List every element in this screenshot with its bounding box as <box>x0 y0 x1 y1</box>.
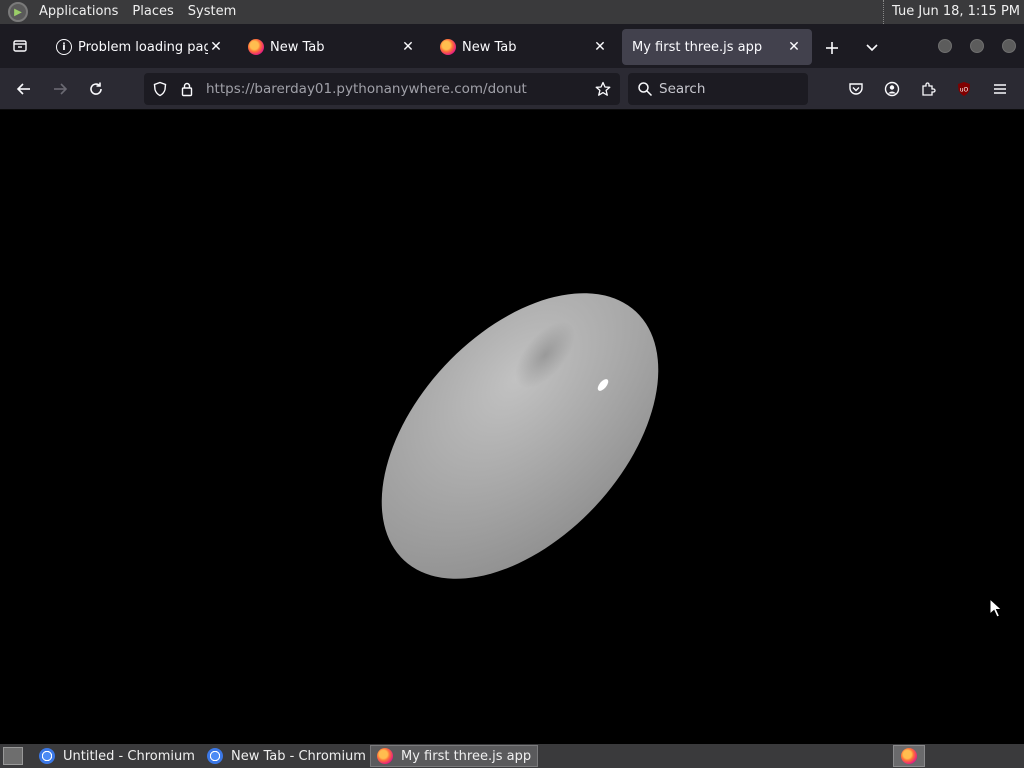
tab-three-js-app[interactable]: My first three.js app ✕ <box>622 29 812 65</box>
panel-clock[interactable]: Tue Jun 18, 1:15 PM <box>883 0 1020 24</box>
reload-button[interactable] <box>84 77 108 101</box>
new-tab-button[interactable] <box>820 36 844 60</box>
account-icon <box>884 81 900 97</box>
taskbar: Untitled - Chromium New Tab - Chromium M… <box>0 744 1024 768</box>
tab-problem-loading[interactable]: i Problem loading page ✕ <box>46 29 234 65</box>
puzzle-icon <box>922 82 936 96</box>
firefox-view-icon <box>13 40 27 52</box>
show-desktop-button[interactable] <box>3 747 23 765</box>
search-bar[interactable]: Search <box>628 73 808 105</box>
info-icon: i <box>56 39 72 55</box>
app-menu-button[interactable] <box>988 77 1012 101</box>
ublock-button[interactable]: uO <box>952 77 976 101</box>
search-input[interactable]: Search <box>659 73 705 105</box>
navigation-toolbar: https://barerday01.pythonanywhere.com/do… <box>0 68 1024 110</box>
tab-title: My first three.js app <box>632 39 763 55</box>
tab-title: New Tab <box>270 39 325 55</box>
tray-firefox-button[interactable] <box>893 745 925 767</box>
hamburger-menu-icon <box>994 84 1006 94</box>
menu-applications[interactable]: Applications <box>32 0 125 24</box>
url-bar[interactable]: https://barerday01.pythonanywhere.com/do… <box>144 73 620 105</box>
menu-system[interactable]: System <box>181 0 243 24</box>
forward-button[interactable] <box>48 77 72 101</box>
pocket-icon <box>849 83 863 95</box>
close-window-button[interactable] <box>1002 39 1016 53</box>
donut-body <box>381 293 659 579</box>
tab-title: New Tab <box>462 39 517 55</box>
tab-bar: i Problem loading page ✕ New Tab ✕ New T… <box>0 24 1024 68</box>
menu-places[interactable]: Places <box>125 0 180 24</box>
distro-logo-icon[interactable]: ▶ <box>8 2 28 22</box>
firefox-icon <box>377 748 393 764</box>
forward-arrow-icon <box>54 83 68 95</box>
taskbar-item-firefox-threejs[interactable]: My first three.js app ... <box>370 745 538 767</box>
ublock-origin-icon: uO <box>958 82 970 96</box>
back-button[interactable] <box>12 77 36 101</box>
pocket-button[interactable] <box>844 77 868 101</box>
bookmark-star-icon[interactable] <box>594 80 612 98</box>
minimize-button[interactable] <box>938 39 952 53</box>
chromium-icon <box>207 748 223 764</box>
close-tab-icon[interactable]: ✕ <box>786 39 802 55</box>
tab-title: Problem loading page <box>78 39 208 55</box>
donut-render <box>381 293 659 579</box>
url-text[interactable]: https://barerday01.pythonanywhere.com/do… <box>206 73 527 105</box>
close-tab-icon[interactable]: ✕ <box>592 39 608 55</box>
webgl-canvas[interactable] <box>0 110 1024 744</box>
tab-new-tab-1[interactable]: New Tab ✕ <box>238 29 426 65</box>
top-panel: ▶ Applications Places System Tue Jun 18,… <box>0 0 1024 24</box>
chevron-down-icon <box>866 44 878 52</box>
taskbar-item-chromium-untitled[interactable]: Untitled - Chromium <box>33 745 201 767</box>
maximize-button[interactable] <box>970 39 984 53</box>
back-arrow-icon <box>16 83 30 95</box>
firefox-view-button[interactable] <box>0 24 40 68</box>
taskbar-item-chromium-new-tab[interactable]: New Tab - Chromium <box>201 745 372 767</box>
task-title: My first three.js app ... <box>401 748 531 764</box>
url-path: /donut <box>483 81 527 97</box>
firefox-icon <box>248 39 264 55</box>
close-tab-icon[interactable]: ✕ <box>400 39 416 55</box>
mouse-cursor-icon <box>989 598 1003 618</box>
panel-menu: ▶ Applications Places System <box>0 0 243 24</box>
lock-icon[interactable] <box>178 80 196 98</box>
tab-new-tab-2[interactable]: New Tab ✕ <box>430 29 618 65</box>
svg-text:uO: uO <box>960 87 969 94</box>
tracking-protection-shield-icon[interactable] <box>151 80 169 98</box>
plus-icon <box>826 42 838 54</box>
url-host: https://barerday01.pythonanywhere.com <box>206 81 484 97</box>
chromium-icon <box>39 748 55 764</box>
list-all-tabs-button[interactable] <box>860 36 884 60</box>
task-title: New Tab - Chromium <box>231 748 366 764</box>
firefox-icon <box>440 39 456 55</box>
search-icon <box>636 80 654 98</box>
firefox-icon <box>901 748 917 764</box>
task-title: Untitled - Chromium <box>63 748 195 764</box>
close-tab-icon[interactable]: ✕ <box>208 39 224 55</box>
reload-icon <box>90 82 102 95</box>
extensions-button[interactable] <box>916 77 940 101</box>
account-button[interactable] <box>880 77 904 101</box>
